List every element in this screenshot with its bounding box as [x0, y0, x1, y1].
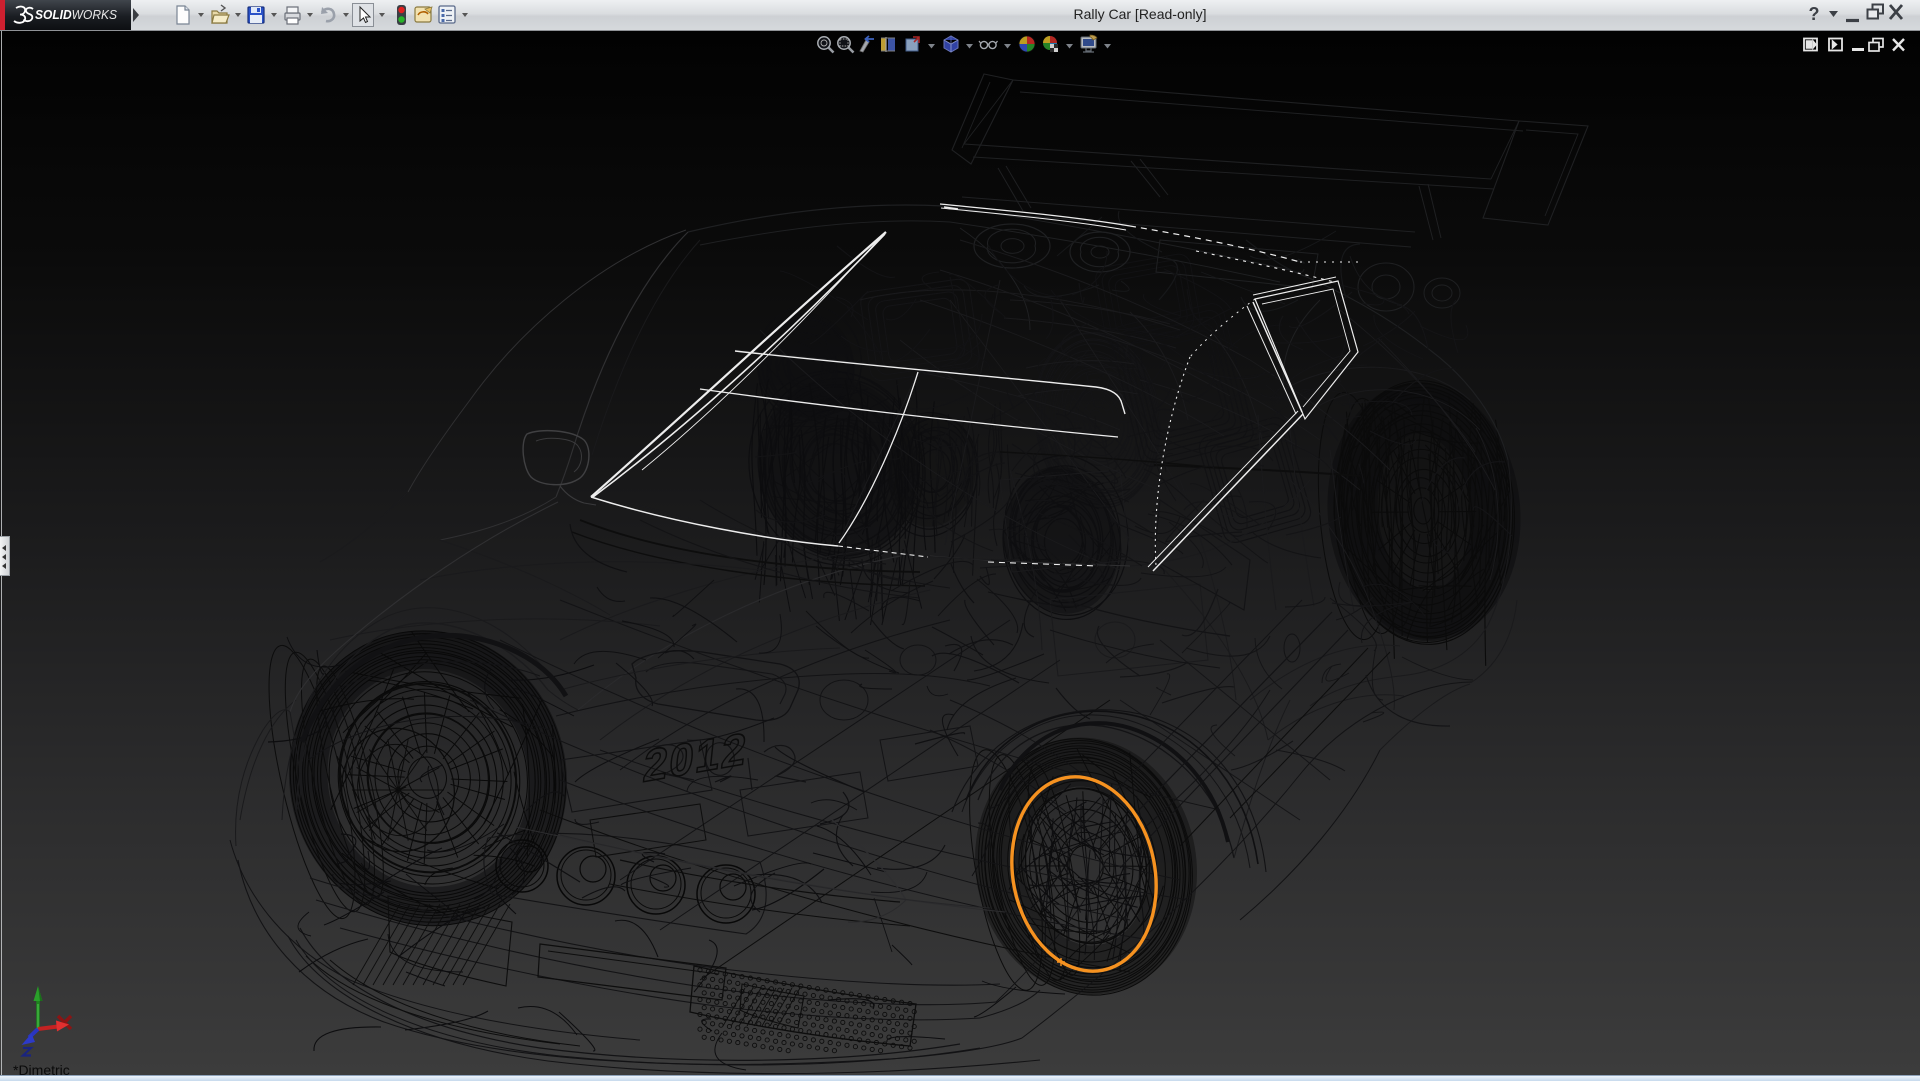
svg-text:2012: 2012 [641, 722, 751, 792]
svg-text:?: ? [1809, 4, 1820, 24]
